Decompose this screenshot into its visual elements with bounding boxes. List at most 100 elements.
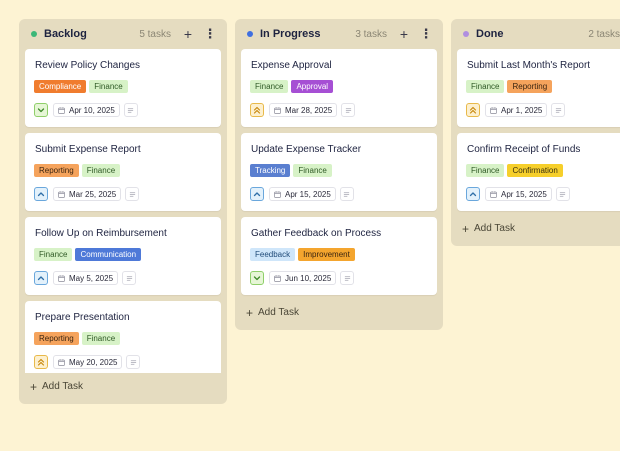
column-backlog: Backlog 5 tasks + ⋮ Review Policy Change… [19,19,227,404]
calendar-icon [58,358,69,366]
add-task-button[interactable]: + Add Task [246,305,299,320]
card-list: Review Policy Changes Compliance Finance Ap… [25,49,221,373]
tag-badge: Communication [75,248,142,261]
double-chevron-up-icon [37,358,45,366]
calendar-icon [274,190,285,198]
card-title: Submit Last Month's Report [467,60,591,71]
priority-badge[interactable] [466,187,480,201]
chevron-down-icon [37,108,45,113]
due-date[interactable]: May 20, 2025 [53,355,123,369]
tag-list: Finance Reporting [466,80,555,93]
add-task-label: Add Task [42,381,83,392]
description-icon[interactable] [555,187,570,201]
priority-badge[interactable] [34,187,48,201]
tag-badge: Tracking [250,164,291,177]
task-card[interactable]: Submit Expense Report Reporting Finance Mar… [25,133,221,211]
due-date-text: Mar 25, 2025 [69,189,117,199]
due-date[interactable]: Jun 10, 2025 [269,271,337,285]
description-icon[interactable] [340,271,355,285]
tag-list: Reporting Finance [34,332,123,345]
task-card[interactable]: Review Policy Changes Compliance Finance Ap… [25,49,221,127]
plus-icon: + [30,379,38,394]
description-icon[interactable] [551,103,566,117]
add-task-button[interactable]: + Add Task [462,221,515,236]
calendar-icon [58,274,69,282]
tag-list: Reporting Finance [34,164,123,177]
column-done: Done 2 tasks Submit Last Month's Report F… [451,19,620,246]
due-date-text: Mar 28, 2025 [285,105,333,115]
task-card[interactable]: Gather Feedback on Process Feedback Improv… [241,217,437,295]
tag-list: Finance Approval [250,80,336,93]
card-meta: Jun 10, 2025 [250,271,355,285]
description-icon[interactable] [122,271,137,285]
due-date[interactable]: Apr 15, 2025 [485,187,552,201]
description-icon[interactable] [123,103,138,117]
add-task-button[interactable]: + Add Task [30,379,83,394]
card-meta: Mar 25, 2025 [34,187,140,201]
card-title: Review Policy Changes [35,60,141,71]
task-card[interactable]: Confirm Receipt of Funds Finance Confirmat… [457,133,620,211]
card-list: Submit Last Month's Report Finance Reporti… [457,49,620,215]
card-meta: May 5, 2025 [34,271,137,285]
card-meta: Mar 28, 2025 [250,103,356,117]
column-header: Done 2 tasks [451,19,620,49]
tag-badge: Reporting [34,332,79,345]
description-icon[interactable] [126,355,141,369]
priority-badge[interactable] [250,271,264,285]
tag-list: Finance Communication [34,248,144,261]
task-card[interactable]: Submit Last Month's Report Finance Reporti… [457,49,620,127]
add-task-label: Add Task [474,223,515,234]
tag-badge: Finance [81,332,121,345]
column-menu-icon[interactable]: ⋮ [419,27,433,41]
card-title: Submit Expense Report [35,144,141,155]
priority-badge[interactable] [250,103,264,117]
task-card[interactable]: Update Expense Tracker Tracking Finance Apr… [241,133,437,211]
due-date[interactable]: Apr 10, 2025 [53,103,120,117]
tag-badge: Finance [250,80,289,93]
description-icon[interactable] [125,187,140,201]
add-task-plus-button[interactable]: + [181,27,195,41]
task-card[interactable]: Expense Approval Finance Approval Mar 28, 2… [241,49,437,127]
column-header: In Progress 3 tasks + ⋮ [235,19,443,49]
due-date-text: May 20, 2025 [69,357,118,367]
task-card[interactable]: Follow Up on Reimbursement Finance Communi… [25,217,221,295]
priority-badge[interactable] [34,103,48,117]
due-date-text: Apr 10, 2025 [69,105,115,115]
card-title: Expense Approval [251,60,332,71]
calendar-icon [274,274,285,282]
due-date[interactable]: Apr 1, 2025 [485,103,548,117]
status-dot [463,31,469,37]
due-date[interactable]: Mar 25, 2025 [53,187,122,201]
calendar-icon [490,190,501,198]
column-title: Done [476,28,504,40]
column-menu-icon[interactable]: ⋮ [203,27,217,41]
tag-badge: Reporting [507,80,553,93]
card-meta: Apr 10, 2025 [34,103,138,117]
due-date[interactable]: Apr 15, 2025 [269,187,336,201]
column-title: In Progress [260,28,321,40]
kanban-board: Backlog 5 tasks + ⋮ Review Policy Change… [0,0,620,451]
calendar-icon [490,106,501,114]
add-task-plus-button[interactable]: + [397,27,411,41]
chevron-up-icon [253,192,261,197]
priority-badge[interactable] [34,355,48,369]
tag-badge: Finance [81,164,121,177]
description-icon[interactable] [339,187,354,201]
plus-icon: + [246,305,254,320]
description-icon[interactable] [341,103,356,117]
chevron-up-icon [37,192,45,197]
tag-badge: Finance [466,80,505,93]
due-date[interactable]: Mar 28, 2025 [269,103,338,117]
plus-icon: + [462,221,470,236]
due-date[interactable]: May 5, 2025 [53,271,119,285]
priority-badge[interactable] [466,103,480,117]
tag-badge: Approval [291,80,334,93]
due-date-text: Apr 15, 2025 [285,189,331,199]
card-title: Gather Feedback on Process [251,228,382,239]
priority-badge[interactable] [34,271,48,285]
card-meta: May 20, 2025 [34,355,141,369]
task-card[interactable]: Prepare Presentation Reporting Finance May … [25,301,221,373]
priority-badge[interactable] [250,187,264,201]
calendar-icon [58,190,69,198]
column-in-progress: In Progress 3 tasks + ⋮ Expense Approval… [235,19,443,330]
